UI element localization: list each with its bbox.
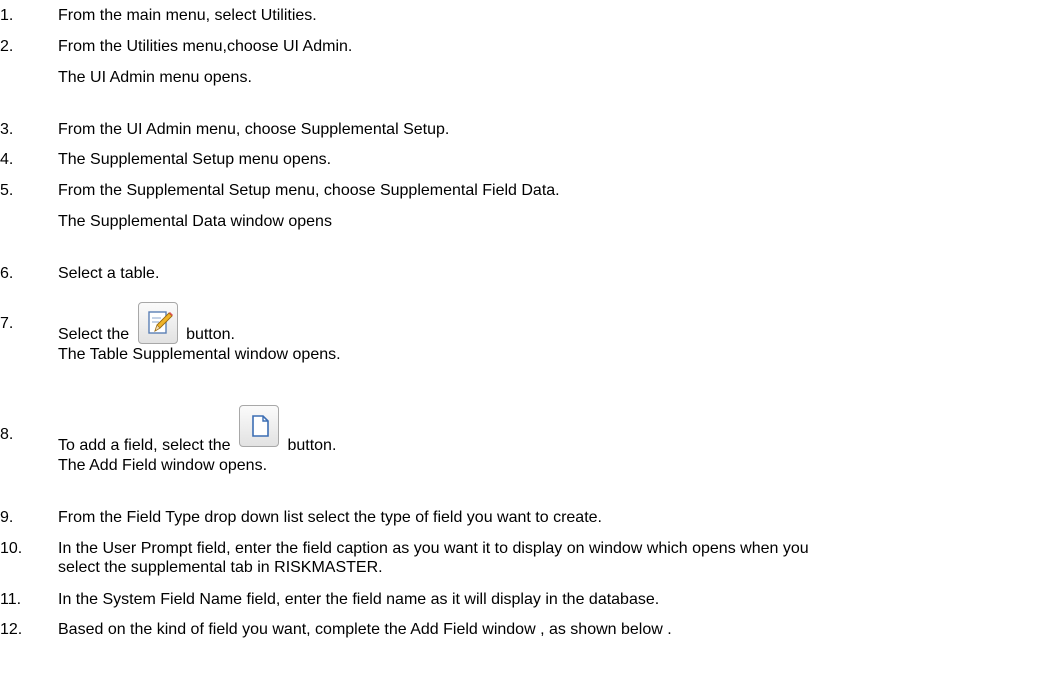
step-text: From the main menu, select Utilities. (58, 7, 317, 24)
step-text: From the Utilities menu,choose UI Admin. (58, 38, 353, 55)
new-document-icon (252, 415, 269, 437)
step-text-after: button. (287, 437, 337, 455)
step-number: 11. (0, 591, 22, 608)
step-number: 1. (0, 7, 14, 24)
step-note: The UI Admin menu opens. (58, 69, 252, 86)
step-text: In the User Prompt field, enter the fiel… (58, 540, 809, 557)
step-number: 7. (0, 315, 14, 332)
step-note: The Table Supplemental window opens. (58, 346, 341, 363)
step-text: Based on the kind of field you want, com… (58, 621, 672, 638)
step-number: 2. (0, 38, 14, 55)
step-text: From the Field Type drop down list selec… (58, 509, 602, 526)
step-text: The Supplemental Setup menu opens. (58, 151, 332, 168)
step-number: 4. (0, 151, 14, 168)
step-number: 8. (0, 426, 14, 443)
edit-pencil-icon (147, 311, 173, 334)
step-text-after: button. (186, 326, 235, 344)
step-number: 3. (0, 121, 14, 138)
add-field-button (239, 405, 280, 447)
step-text-continued: select the supplemental tab in RISKMASTE… (58, 559, 383, 576)
step-number: 9. (0, 509, 14, 526)
step-text: Select a table. (58, 265, 160, 282)
step-text-before: To add a field, select the (58, 437, 231, 455)
step-number: 12. (0, 621, 23, 638)
step-number: 5. (0, 182, 14, 199)
step-number: 10. (0, 540, 23, 557)
step-text: In the System Field Name field, enter th… (58, 591, 660, 608)
step-note: The Add Field window opens. (58, 457, 268, 474)
step-note: The Supplemental Data window opens (58, 213, 332, 230)
step-text-before: Select the (58, 326, 130, 344)
step-text: From the Supplemental Setup menu, choose… (58, 182, 560, 199)
step-text: From the UI Admin menu, choose Supplemen… (58, 121, 450, 138)
edit-button (137, 302, 178, 344)
step-number: 6. (0, 265, 14, 282)
